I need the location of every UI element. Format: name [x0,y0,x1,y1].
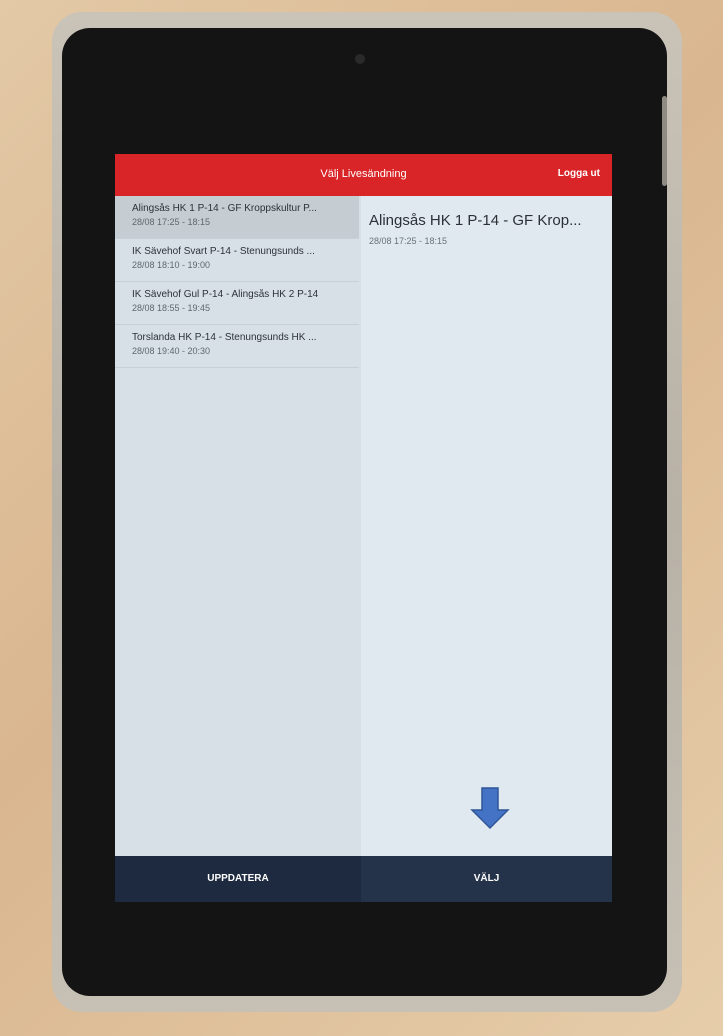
list-item-title: IK Sävehof Gul P-14 - Alingsås HK 2 P-14 [132,289,319,300]
side-button [662,96,667,186]
detail-pane: Alingsås HK 1 P-14 - GF Krop... 28/08 17… [361,196,612,856]
list-item-time: 28/08 18:55 - 19:45 [132,303,211,313]
down-arrow-icon [470,787,510,830]
detail-time: 28/08 17:25 - 18:15 [369,236,448,246]
header-bar: Välj Livesändning Logga ut [115,154,612,196]
broadcast-list: Alingsås HK 1 P-14 - GF Kroppskultur P..… [115,196,361,856]
list-item[interactable]: IK Sävehof Svart P-14 - Stenungsunds ...… [115,239,359,282]
list-item[interactable]: Torslanda HK P-14 - Stenungsunds HK ... … [115,325,359,368]
list-item[interactable]: Alingsås HK 1 P-14 - GF Kroppskultur P..… [115,196,359,239]
list-item[interactable]: IK Sävehof Gul P-14 - Alingsås HK 2 P-14… [115,282,359,325]
camera-icon [355,54,365,64]
list-item-time: 28/08 17:25 - 18:15 [132,217,211,227]
list-item-time: 28/08 18:10 - 19:00 [132,260,211,270]
logout-button[interactable]: Logga ut [558,168,600,179]
choose-button[interactable]: VÄLJ [361,856,612,902]
list-item-title: IK Sävehof Svart P-14 - Stenungsunds ... [132,246,315,257]
footer-bar: UPPDATERA VÄLJ [115,856,612,902]
list-item-time: 28/08 19:40 - 20:30 [132,346,211,356]
list-item-title: Alingsås HK 1 P-14 - GF Kroppskultur P..… [132,203,317,214]
update-button[interactable]: UPPDATERA [115,856,361,902]
page-title: Välj Livesändning [320,168,407,180]
app-screen: Välj Livesändning Logga ut Alingsås HK 1… [115,154,612,902]
detail-title: Alingsås HK 1 P-14 - GF Krop... [369,212,582,229]
list-item-title: Torslanda HK P-14 - Stenungsunds HK ... [132,332,317,343]
